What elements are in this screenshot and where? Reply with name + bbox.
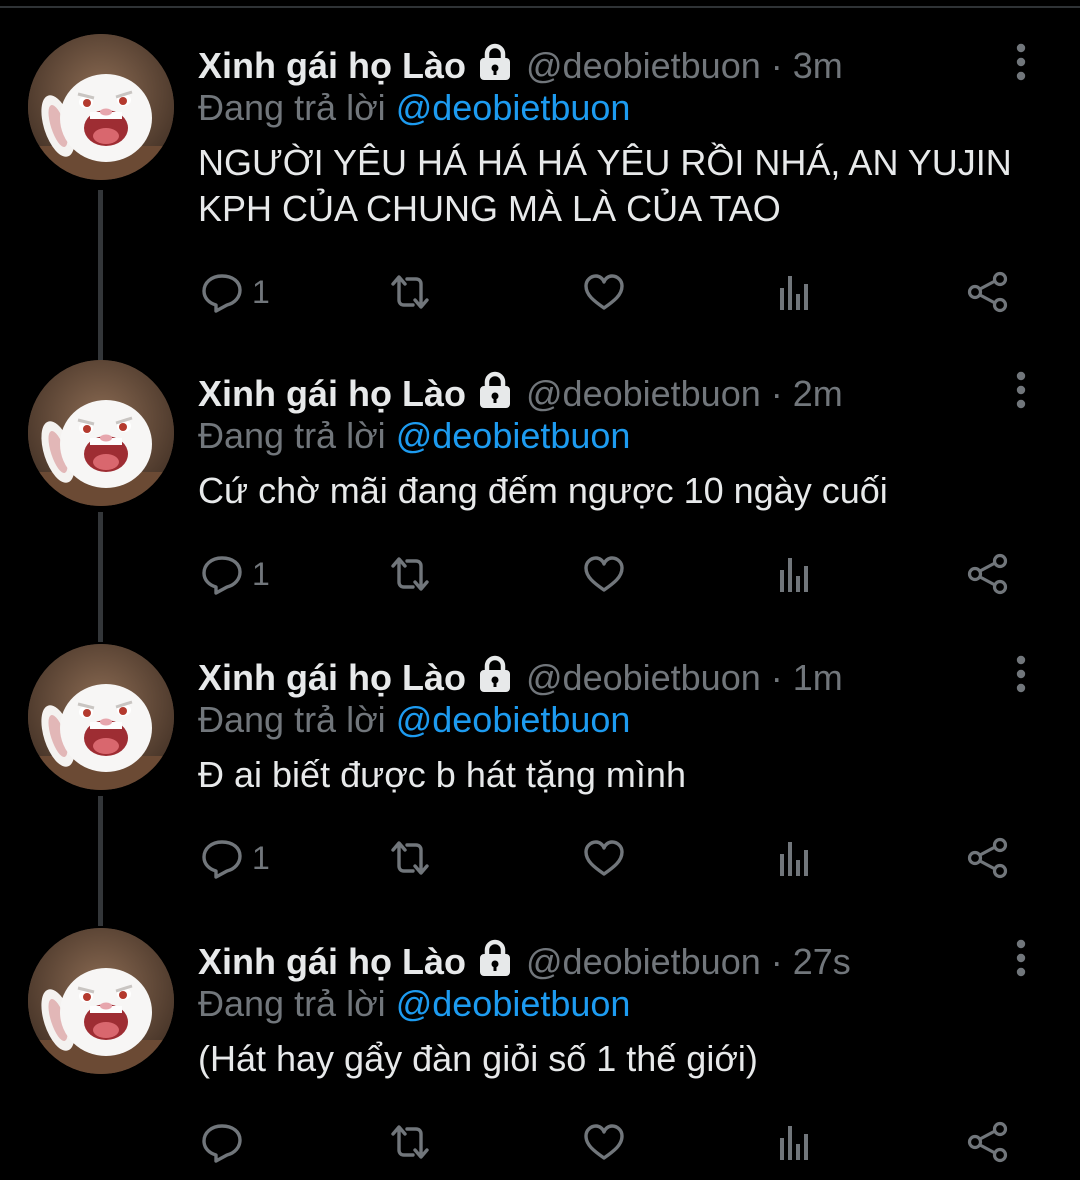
analytics-button[interactable]: [774, 270, 818, 314]
reply-button[interactable]: 1: [200, 552, 270, 596]
share-icon: [966, 552, 1010, 596]
tweet-text: NGƯỜI YÊU HÁ HÁ HÁ YÊU RỒI NHÁ, AN YUJIN…: [198, 142, 1022, 229]
analytics-button[interactable]: [774, 836, 818, 880]
retweet-icon: [388, 552, 432, 596]
like-button[interactable]: [582, 270, 626, 314]
thread-line: [98, 190, 103, 360]
replying-to-handle[interactable]: @deobietbuon: [396, 983, 631, 1024]
lock-icon: [476, 42, 514, 82]
retweet-button[interactable]: [388, 836, 432, 880]
separator-dot: ·: [770, 657, 783, 698]
replying-to: Đang trả lời @deobietbuon: [198, 412, 630, 460]
reply-button[interactable]: 1: [200, 836, 270, 880]
analytics-button[interactable]: [774, 1120, 818, 1164]
share-icon: [966, 836, 1010, 880]
like-button[interactable]: [582, 552, 626, 596]
replying-to-label: Đang trả lời: [198, 87, 386, 128]
tweet-header: Xinh gái họ Lào @deobietbuon · 3m: [198, 38, 843, 88]
replying-to: Đang trả lời @deobietbuon: [198, 696, 630, 744]
reply-count: 1: [252, 273, 270, 310]
replying-to-handle[interactable]: @deobietbuon: [396, 87, 631, 128]
timestamp[interactable]: 27s: [793, 937, 851, 987]
reply-button[interactable]: [200, 1120, 252, 1164]
like-button[interactable]: [582, 1120, 626, 1164]
separator-dot: ·: [770, 373, 783, 414]
tweet-header: Xinh gái họ Lào @deobietbuon · 1m: [198, 650, 843, 700]
lock-icon: [476, 938, 514, 978]
share-button[interactable]: [966, 1120, 1010, 1164]
avatar[interactable]: [28, 360, 174, 506]
timestamp[interactable]: 3m: [793, 41, 843, 91]
like-icon: [582, 1120, 626, 1164]
like-icon: [582, 270, 626, 314]
replying-to-label: Đang trả lời: [198, 699, 386, 740]
avatar[interactable]: [28, 928, 174, 1074]
more-icon[interactable]: [1004, 654, 1038, 694]
analytics-icon: [774, 552, 818, 596]
like-button[interactable]: [582, 836, 626, 880]
retweet-button[interactable]: [388, 270, 432, 314]
separator-dot: ·: [770, 941, 783, 982]
reply-icon: [200, 270, 244, 314]
tweet-header: Xinh gái họ Lào @deobietbuon · 2m: [198, 366, 843, 416]
like-icon: [582, 836, 626, 880]
share-button[interactable]: [966, 270, 1010, 314]
tweet-header: Xinh gái họ Lào @deobietbuon · 27s: [198, 934, 851, 984]
retweet-icon: [388, 836, 432, 880]
replying-to-handle[interactable]: @deobietbuon: [396, 699, 631, 740]
avatar[interactable]: [28, 644, 174, 790]
analytics-icon: [774, 1120, 818, 1164]
more-icon[interactable]: [1004, 938, 1038, 978]
share-icon: [966, 1120, 1010, 1164]
replying-to-label: Đang trả lời: [198, 415, 386, 456]
share-button[interactable]: [966, 836, 1010, 880]
reply-icon: [200, 1120, 244, 1164]
retweet-button[interactable]: [388, 1120, 432, 1164]
more-icon[interactable]: [1004, 370, 1038, 410]
reply-icon: [200, 836, 244, 880]
tweet-text: Đ ai biết được b hát tặng mình: [198, 754, 686, 795]
replying-to: Đang trả lời @deobietbuon: [198, 84, 630, 132]
reply-icon: [200, 552, 244, 596]
analytics-icon: [774, 270, 818, 314]
share-icon: [966, 270, 1010, 314]
reply-count: 1: [252, 839, 270, 876]
more-icon[interactable]: [1004, 42, 1038, 82]
retweet-button[interactable]: [388, 552, 432, 596]
reply-button[interactable]: 1: [200, 270, 270, 314]
like-icon: [582, 552, 626, 596]
analytics-icon: [774, 836, 818, 880]
lock-icon: [476, 654, 514, 694]
separator-dot: ·: [770, 45, 783, 86]
top-divider: [0, 0, 1080, 8]
lock-icon: [476, 370, 514, 410]
reply-count: 1: [252, 555, 270, 592]
thread-line: [98, 796, 103, 926]
timestamp[interactable]: 2m: [793, 369, 843, 419]
avatar[interactable]: [28, 34, 174, 180]
replying-to-handle[interactable]: @deobietbuon: [396, 415, 631, 456]
replying-to: Đang trả lời @deobietbuon: [198, 980, 630, 1028]
share-button[interactable]: [966, 552, 1010, 596]
replying-to-label: Đang trả lời: [198, 983, 386, 1024]
retweet-icon: [388, 1120, 432, 1164]
tweet-text: Cứ chờ mãi đang đếm ngược 10 ngày cuối: [198, 470, 888, 511]
retweet-icon: [388, 270, 432, 314]
tweet-text: (Hát hay gẩy đàn giỏi số 1 thế giới): [198, 1038, 758, 1079]
thread-line: [98, 512, 103, 642]
analytics-button[interactable]: [774, 552, 818, 596]
timestamp[interactable]: 1m: [793, 653, 843, 703]
